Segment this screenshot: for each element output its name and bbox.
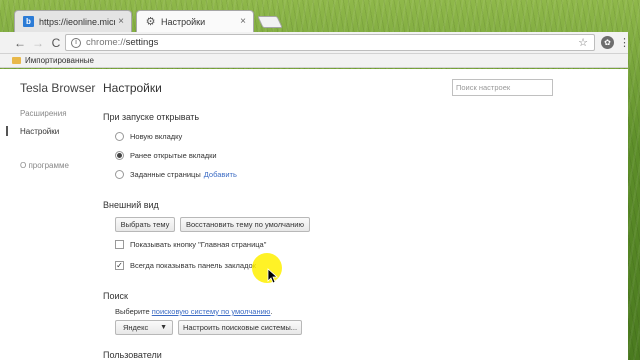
sidebar-item-extensions[interactable]: Расширения [20,109,67,118]
tab-strip: b https://ieonline.microsoft × ⚙ Настрой… [0,0,628,32]
search-prefix-text: Выберите [115,307,152,316]
search-input[interactable]: Поиск настроек [452,79,553,96]
page-info-icon[interactable]: i [71,37,81,48]
tab-title: Настройки [161,16,206,27]
checkbox[interactable] [115,240,124,249]
folder-icon [12,57,21,64]
appearance-heading: Внешний вид [103,200,159,210]
search-engine-value: Яндекс [123,323,149,332]
chevron-down-icon: ▼ [160,324,167,331]
checkbox-label: Всегда показывать панель закладок [130,261,256,270]
sidebar-item-settings[interactable]: Настройки [20,127,59,136]
close-icon[interactable]: × [237,16,249,27]
close-icon[interactable]: × [115,16,127,27]
address-bar[interactable]: i chrome:// settings ☆ [65,34,595,51]
search-engine-description: Выберите поисковую систему по умолчанию. [115,307,273,316]
settings-page: Tesla Browser Расширения Настройки О про… [0,69,628,360]
checkbox-checked[interactable]: ✓ [115,261,124,270]
startup-option-specific-pages[interactable]: Заданные страницы Добавить [115,170,237,179]
toolbar: ← → C i chrome:// settings ☆ ✿ ⋮ [0,32,630,54]
menu-icon[interactable]: ⋮ [619,36,630,50]
users-heading: Пользователи [103,350,162,360]
radio-button[interactable] [115,170,124,179]
reload-button[interactable]: C [48,35,64,51]
gear-icon: ⚙ [145,16,156,28]
choose-theme-button[interactable]: Выбрать тему [115,217,175,232]
mouse-cursor-icon [267,268,279,284]
add-pages-link[interactable]: Добавить [204,170,237,179]
startup-heading: При запуске открывать [103,112,200,122]
checkbox-label: Показывать кнопку "Главная страница" [130,240,267,249]
startup-option-new-tab[interactable]: Новую вкладку [115,132,182,141]
url-path: settings [125,37,159,48]
search-engine-select[interactable]: Яндекс ▼ [115,320,173,335]
back-button[interactable]: ← [12,35,28,51]
radio-button[interactable] [115,132,124,141]
radio-label: Ранее открытые вкладки [130,151,217,160]
default-search-engine-link[interactable]: поисковую систему по умолчанию [152,307,271,316]
page-title: Настройки [103,81,162,95]
radio-label: Новую вкладку [130,132,183,141]
show-home-button-option[interactable]: Показывать кнопку "Главная страница" [115,240,266,249]
radio-label: Заданные страницы [130,170,201,179]
sidebar-item-about[interactable]: О программе [20,161,69,170]
tab-settings[interactable]: ⚙ Настройки × [136,10,254,32]
manage-search-engines-button[interactable]: Настроить поисковые системы... [178,320,302,335]
sidebar-active-marker [6,126,8,136]
new-tab-button[interactable] [257,16,283,28]
bookmark-star-icon[interactable]: ☆ [578,36,588,49]
url-scheme: chrome:// [86,37,126,48]
radio-button-selected[interactable] [115,151,124,160]
bookmark-folder-imported[interactable]: Импортированные [25,56,94,65]
bookmarks-bar: Импортированные [0,54,628,68]
brand-title: Tesla Browser [20,81,96,95]
forward-button[interactable]: → [30,35,46,51]
browser-window: b https://ieonline.microsoft × ⚙ Настрой… [0,0,630,360]
show-bookmarks-bar-option[interactable]: ✓ Всегда показывать панель закладок [115,261,256,270]
search-suffix-text: . [270,307,273,316]
reset-theme-button[interactable]: Восстановить тему по умолчанию [180,217,310,232]
tab-ieonline[interactable]: b https://ieonline.microsoft × [14,10,132,32]
tab-title: https://ieonline.microsoft [39,16,115,27]
search-heading: Поиск [103,291,128,301]
extension-icon[interactable]: ✿ [601,36,614,49]
startup-option-restore-tabs[interactable]: Ранее открытые вкладки [115,151,217,160]
bing-icon: b [23,16,34,27]
